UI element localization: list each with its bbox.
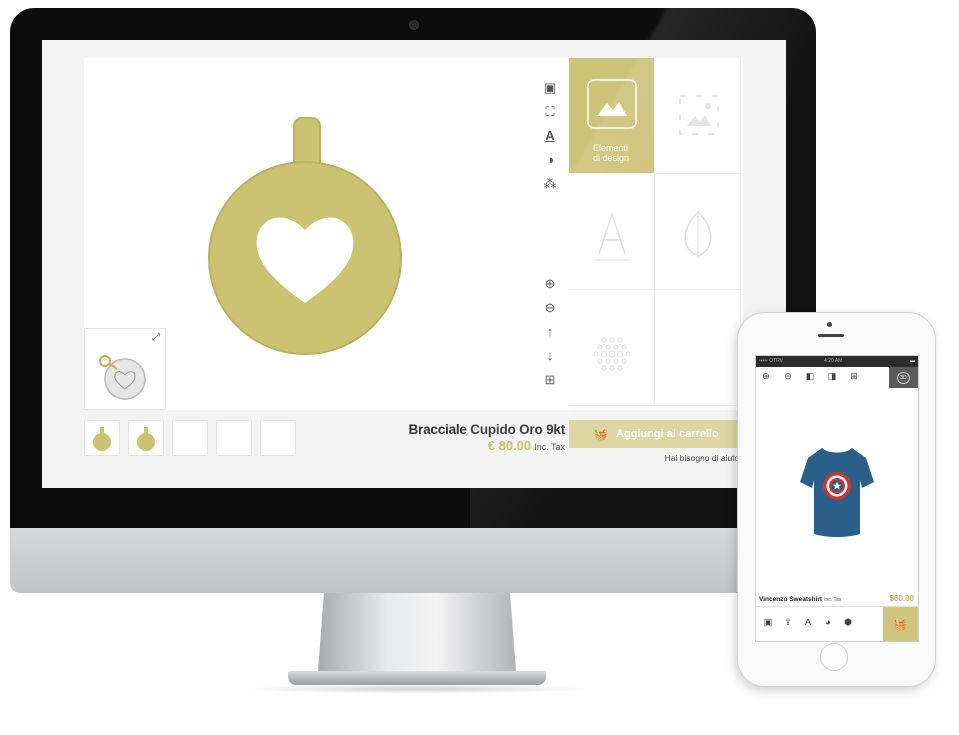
mini-pendant-icon bbox=[93, 427, 111, 451]
product-price-row: € 80.00 Inc. Tax bbox=[375, 438, 565, 453]
send-back-icon[interactable]: ◨ bbox=[825, 371, 839, 382]
imac-shadow bbox=[240, 684, 594, 694]
variant-thumb-4[interactable] bbox=[216, 420, 252, 456]
crop-image-icon[interactable]: ⛶ bbox=[542, 104, 558, 120]
leaf-color-icon bbox=[684, 210, 712, 257]
panel-cell-label: Elementi di design bbox=[593, 143, 630, 163]
panel-cell-image[interactable] bbox=[655, 58, 741, 174]
zoom-out-icon[interactable]: ⊖ bbox=[542, 300, 558, 316]
status-time: 4:20 AM bbox=[824, 358, 843, 364]
bring-front-icon[interactable]: ◧ bbox=[803, 371, 817, 382]
panel-cell-empty bbox=[655, 290, 741, 406]
mobile-bottom-tools: ▣ ⇪ A ◕ ⬢ bbox=[760, 617, 856, 628]
tool-column-top: ▣ ⛶ A ◑ ⁂ bbox=[542, 80, 558, 192]
tax-note: Inc. Tax bbox=[534, 442, 565, 452]
image-icon[interactable]: ▣ bbox=[760, 617, 776, 628]
add-to-cart-label: Aggiungi al carrello bbox=[616, 428, 719, 440]
text-icon[interactable]: A bbox=[542, 128, 558, 144]
image-icon[interactable]: ▣ bbox=[542, 80, 558, 96]
expand-icon[interactable]: ⤢ bbox=[152, 332, 160, 343]
variant-thumb-1[interactable] bbox=[84, 420, 120, 456]
panel-cell-text[interactable] bbox=[569, 174, 655, 290]
basket-icon: 🧺 bbox=[893, 619, 908, 631]
photo-ring bbox=[99, 355, 111, 367]
mobile-product-title: Vincenzo Sweatshirt bbox=[759, 596, 823, 603]
basket-icon: 🧺 bbox=[594, 428, 608, 441]
design-panel: Elementi di design bbox=[569, 58, 743, 410]
tool-column-bottom: ⊕ ⊖ ↑ ↓ ⊞ bbox=[542, 276, 558, 388]
panel-cell-design-elements[interactable]: Elementi di design bbox=[569, 58, 655, 174]
mobile-cart-button[interactable]: 🧺 bbox=[883, 607, 918, 641]
zoom-in-icon[interactable]: ⊕ bbox=[759, 371, 773, 382]
imac-chin bbox=[10, 528, 816, 593]
carrier-label: ••••• OTRV bbox=[759, 358, 783, 364]
grid-icon[interactable]: ⊞ bbox=[542, 372, 558, 388]
mountain-image-icon bbox=[587, 79, 637, 129]
rotate-3d-button[interactable]: 3D bbox=[889, 367, 918, 388]
product-name: Bracciale Cupido Oro 9kt bbox=[408, 422, 566, 437]
variant-thumb-5[interactable] bbox=[260, 420, 296, 456]
tshirt-preview[interactable] bbox=[756, 396, 918, 596]
variant-thumb-2[interactable] bbox=[128, 420, 164, 456]
palette-icon[interactable]: ◕ bbox=[820, 617, 836, 628]
arrow-down-icon[interactable]: ↓ bbox=[542, 348, 558, 364]
mini-pendant-icon bbox=[137, 427, 155, 451]
mobile-bottom-bar: ▣ ⇪ A ◕ ⬢ 🧺 bbox=[756, 606, 918, 641]
desktop-screen: ⤢ ▣ ⛶ A ◑ ⁂ ⊕ ⊖ ↑ ↓ ⊞ Elementi di design bbox=[42, 40, 786, 488]
mobile-product-price: $60.00 bbox=[889, 594, 914, 603]
dots-pattern-icon bbox=[593, 337, 631, 371]
help-link[interactable]: Hai bisogno di aiuto? bbox=[569, 453, 744, 463]
mobile-toolbar: ⊕ ⊖ ◧ ◨ ⊞ bbox=[759, 371, 861, 382]
mobile-product-name: Vincenzo Sweatshirt Inc. Tax bbox=[759, 596, 841, 603]
add-to-cart-button[interactable]: 🧺 Aggiungi al carrello bbox=[569, 420, 744, 448]
arrow-up-icon[interactable]: ↑ bbox=[542, 324, 558, 340]
imac-stand-neck bbox=[318, 593, 516, 671]
imac-stand-foot bbox=[288, 671, 546, 685]
contrast-icon[interactable]: ◑ bbox=[542, 152, 558, 168]
front-camera-icon bbox=[827, 322, 832, 327]
product-price: € 80.00 bbox=[487, 438, 532, 453]
pattern-icon[interactable]: ⁂ bbox=[542, 176, 558, 192]
earpiece-speaker bbox=[818, 334, 844, 337]
battery-icon: ▬ bbox=[910, 358, 915, 364]
status-bar: ••••• OTRV 4:20 AM ▬ bbox=[756, 356, 918, 367]
variant-thumbnails bbox=[84, 420, 296, 456]
zoom-in-icon[interactable]: ⊕ bbox=[542, 276, 558, 292]
grid-icon[interactable]: ⊞ bbox=[847, 371, 861, 382]
cube-icon[interactable]: ⬢ bbox=[840, 617, 856, 628]
rotate-3d-label: 3D bbox=[897, 371, 910, 384]
mobile-tax-note: Inc. Tax bbox=[824, 597, 842, 603]
panel-cell-pattern[interactable] bbox=[569, 290, 655, 406]
upload-image-icon bbox=[679, 95, 719, 135]
panel-cell-color[interactable] bbox=[655, 174, 741, 290]
home-button[interactable] bbox=[820, 643, 848, 671]
upload-icon[interactable]: ⇪ bbox=[780, 617, 796, 628]
text-large-icon bbox=[593, 211, 631, 261]
text-icon[interactable]: A bbox=[800, 617, 816, 628]
variant-thumb-3[interactable] bbox=[172, 420, 208, 456]
webcam-icon bbox=[409, 20, 419, 30]
mobile-screen: ••••• OTRV 4:20 AM ▬ ⊕ ⊖ ◧ ◨ ⊞ 3D Vincen… bbox=[755, 355, 919, 642]
zoom-out-icon[interactable]: ⊖ bbox=[781, 371, 795, 382]
